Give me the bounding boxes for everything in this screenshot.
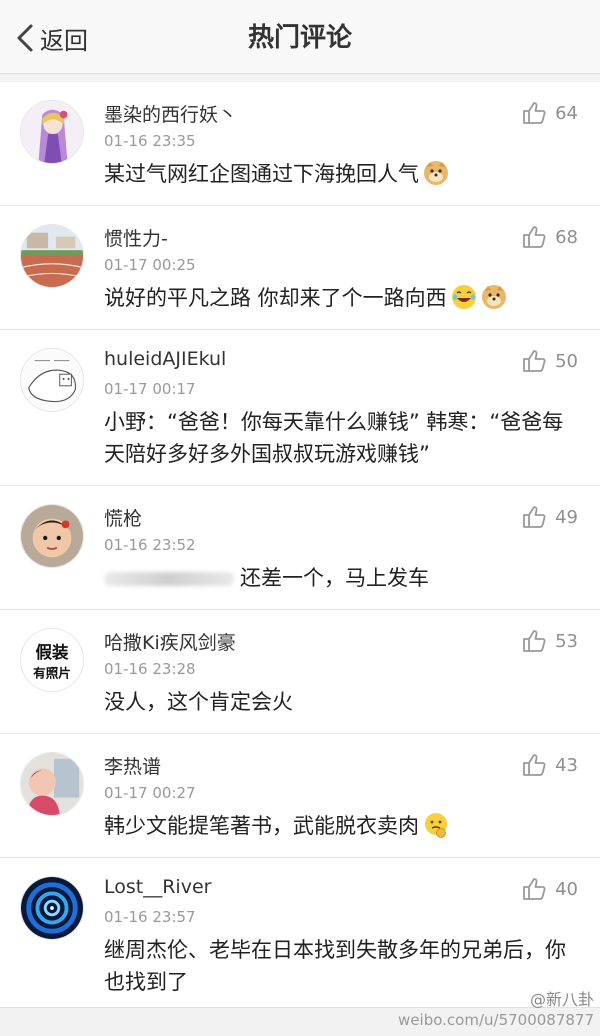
timestamp: 01-16 23:57	[104, 908, 196, 926]
watermark: @新八卦 weibo.com/u/5700087877	[398, 990, 594, 1030]
doge-emoji-icon	[424, 161, 448, 185]
timestamp: 01-17 00:17	[104, 380, 196, 398]
like-count: 53	[555, 630, 578, 652]
avatar[interactable]: 假装 有照片	[20, 628, 84, 692]
like-button[interactable]: 64	[521, 100, 578, 126]
thinking-emoji-icon	[425, 813, 447, 838]
avatar-text-line1: 假装	[36, 643, 69, 662]
like-button[interactable]: 43	[521, 752, 578, 778]
avatar[interactable]	[20, 752, 84, 816]
watermark-handle: @新八卦	[529, 990, 594, 1009]
laughing-tears-emoji-icon	[451, 285, 476, 309]
timestamp: 01-16 23:52	[104, 536, 196, 554]
thumbs-up-icon	[523, 350, 546, 372]
doge-emoji-icon	[481, 285, 506, 309]
thumbs-up-icon	[523, 506, 546, 528]
sketch-cartoon-avatar-image	[21, 349, 83, 411]
comment-body: 说好的平凡之路 你却来了个一路向西	[104, 286, 447, 310]
like-button[interactable]: 53	[521, 628, 578, 654]
text-avatar-image: 假装 有照片	[21, 629, 83, 691]
like-count: 43	[555, 754, 578, 776]
comment-item: 墨染的西行妖丶 01-16 23:35 64 某过气网红企图通过下海挽回人气	[0, 82, 600, 206]
like-count: 64	[555, 102, 578, 124]
username[interactable]: Lost__River	[104, 876, 211, 898]
avatar-text-line2: 有照片	[33, 665, 71, 680]
thumbs-up-icon	[523, 754, 546, 776]
timestamp: 01-16 23:28	[104, 660, 196, 678]
comment-item: 假装 有照片 哈撒Ki疾风剑豪 01-16 23:28 53 没人，这个肯定会火	[0, 610, 600, 734]
username[interactable]: 李热谱	[104, 752, 161, 779]
username[interactable]: 哈撒Ki疾风剑豪	[104, 628, 236, 655]
timestamp: 01-16 23:35	[104, 132, 196, 150]
username[interactable]: 惯性力-	[104, 224, 168, 251]
comment-text: 某过气网红企图通过下海挽回人气	[104, 158, 574, 190]
avatar[interactable]	[20, 876, 84, 940]
comment-text: 说好的平凡之路 你却来了个一路向西	[104, 282, 574, 314]
like-button[interactable]: 50	[521, 348, 578, 374]
page-title: 热门评论	[247, 23, 352, 53]
like-count: 49	[555, 506, 578, 528]
comment-body: 还差一个，马上发车	[240, 566, 429, 590]
avatar[interactable]	[20, 504, 84, 568]
comment-text: 继周杰伦、老毕在日本找到失散多年的兄弟后，你也找到了	[104, 938, 566, 994]
thumbs-up-icon	[523, 630, 546, 652]
like-button[interactable]: 49	[521, 504, 578, 530]
timestamp: 01-17 00:27	[104, 784, 196, 802]
thumbs-up-icon	[523, 102, 546, 124]
like-count: 68	[555, 226, 578, 248]
comment-text: 还差一个，马上发车	[104, 562, 574, 594]
blurred-mention	[104, 572, 234, 586]
username[interactable]: 墨染的西行妖丶	[104, 100, 237, 127]
timestamp: 01-17 00:25	[104, 256, 196, 274]
avatar[interactable]	[20, 348, 84, 412]
thumbs-up-icon	[523, 226, 546, 248]
anime-girl-avatar-image	[21, 101, 83, 163]
person-photo-avatar-image	[21, 753, 83, 815]
thumbs-up-icon	[523, 878, 546, 900]
comment-item: 慌枪 01-16 23:52 49 还差一个，马上发车	[0, 486, 600, 610]
comment-item: huleidAJIEkul 01-17 00:17 50 小野：“爸爸！你每天靠…	[0, 330, 600, 486]
comment-list: 墨染的西行妖丶 01-16 23:35 64 某过气网红企图通过下海挽回人气 惯…	[0, 82, 600, 1008]
like-button[interactable]: 40	[521, 876, 578, 902]
running-track-avatar-image	[21, 225, 83, 287]
username[interactable]: huleidAJIEkul	[104, 348, 226, 370]
like-count: 40	[555, 878, 578, 900]
like-count: 50	[555, 350, 578, 372]
username[interactable]: 慌枪	[104, 504, 142, 531]
comment-item: 惯性力- 01-17 00:25 68 说好的平凡之路 你却来了个一路向西	[0, 206, 600, 330]
comment-body: 韩少文能提笔著书，武能脱衣卖肉	[104, 814, 419, 838]
avatar[interactable]	[20, 100, 84, 164]
comment-body: 某过气网红企图通过下海挽回人气	[104, 162, 419, 186]
avatar[interactable]	[20, 224, 84, 288]
comment-text: 韩少文能提笔著书，武能脱衣卖肉	[104, 810, 574, 842]
comment-item: Lost__River 01-16 23:57 40 继周杰伦、老毕在日本找到失…	[0, 858, 600, 1008]
child-photo-avatar-image	[21, 505, 83, 567]
comment-item: 李热谱 01-17 00:27 43 韩少文能提笔著书，武能脱衣卖肉	[0, 734, 600, 858]
blue-spiral-avatar-image	[21, 877, 83, 939]
comment-text: 小野：“爸爸！你每天靠什么赚钱” 韩寒：“爸爸每天陪好多好多外国叔叔玩游戏赚钱”	[104, 410, 564, 466]
watermark-url: weibo.com/u/5700087877	[398, 1011, 594, 1029]
nav-bar: 返回 热门评论	[0, 0, 600, 74]
comment-text: 没人，这个肯定会火	[104, 690, 293, 714]
like-button[interactable]: 68	[521, 224, 578, 250]
